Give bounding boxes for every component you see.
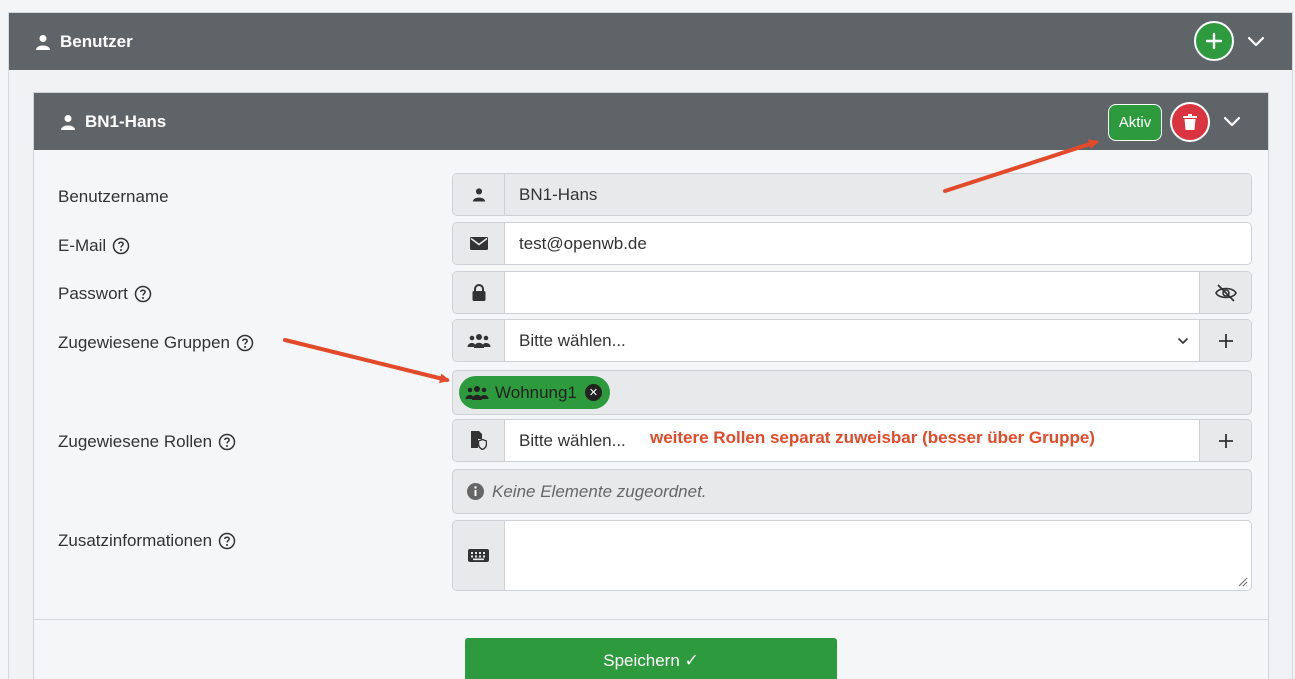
collapse-user-chevron-icon[interactable] (1221, 110, 1243, 132)
toggle-password-visibility-button[interactable] (1199, 272, 1251, 313)
help-icon[interactable] (218, 433, 236, 451)
add-group-button[interactable] (1199, 320, 1251, 361)
eye-slash-icon (1214, 283, 1237, 302)
add-user-button[interactable] (1194, 21, 1234, 61)
group-chip-label: Wohnung1 (495, 382, 577, 402)
file-shield-icon (453, 420, 505, 461)
user-icon (453, 174, 505, 215)
users-card-header[interactable]: Benutzer (9, 13, 1292, 70)
keyboard-icon (453, 521, 505, 590)
plus-icon (1218, 433, 1233, 448)
delete-user-button[interactable] (1170, 102, 1210, 142)
roles-label: Zugewiesene Rollen (58, 430, 236, 454)
password-label: Passwort (58, 282, 152, 306)
footer-divider (34, 619, 1268, 620)
user-icon (36, 34, 50, 50)
plus-icon (1218, 333, 1233, 348)
remove-group-close-icon[interactable]: ✕ (584, 384, 602, 401)
save-button[interactable]: Speichern ✓ (465, 638, 837, 679)
groups-select[interactable]: Bitte wählen... (505, 320, 1199, 361)
user-detail-header[interactable]: BN1-Hans Aktiv (34, 93, 1268, 150)
groups-label: Zugewiesene Gruppen (58, 331, 254, 355)
username-label: Benutzername (58, 187, 169, 206)
lock-icon (453, 272, 505, 313)
help-icon[interactable] (112, 237, 130, 255)
users-group-icon (465, 385, 489, 400)
help-icon[interactable] (134, 285, 152, 303)
envelope-icon (453, 223, 505, 264)
email-input[interactable]: test@openwb.de (505, 223, 1251, 264)
add-role-button[interactable] (1199, 420, 1251, 461)
password-field (452, 271, 1252, 314)
username-field: BN1-Hans (452, 173, 1252, 216)
email-label: E-Mail (58, 234, 130, 258)
groups-select-field: Bitte wählen... (452, 319, 1252, 362)
user-detail-card: BN1-Hans Aktiv Benutzername BN1-Hans E-M… (33, 92, 1269, 679)
users-card: Benutzer BN1-Hans Aktiv Benutzername BN1… (8, 12, 1293, 679)
roles-annotation: weitere Rollen separat zuweisbar (besser… (650, 428, 1095, 447)
extra-info-field (452, 520, 1252, 591)
user-detail-title: BN1-Hans (85, 111, 167, 131)
extra-info-textarea[interactable] (505, 521, 1251, 590)
users-group-icon (453, 320, 505, 361)
password-input[interactable] (505, 272, 1199, 313)
group-chip: Wohnung1 ✕ (459, 376, 610, 409)
extra-info-label: Zusatzinformationen (58, 529, 236, 553)
collapse-users-chevron-icon[interactable] (1245, 30, 1267, 52)
info-icon (467, 483, 484, 500)
username-value: BN1-Hans (505, 174, 1251, 215)
chevron-down-icon (1177, 337, 1189, 344)
trash-icon (1183, 114, 1197, 130)
resize-handle-icon[interactable] (1236, 575, 1248, 587)
assigned-groups-list: Wohnung1 ✕ (452, 370, 1252, 415)
active-status-toggle[interactable]: Aktiv (1108, 104, 1162, 141)
email-field: test@openwb.de (452, 222, 1252, 265)
assigned-roles-empty: Keine Elemente zugeordnet. (452, 469, 1252, 514)
help-icon[interactable] (218, 532, 236, 550)
plus-icon (1205, 32, 1223, 50)
help-icon[interactable] (236, 334, 254, 352)
user-icon (61, 114, 75, 130)
users-card-title: Benutzer (60, 31, 133, 51)
